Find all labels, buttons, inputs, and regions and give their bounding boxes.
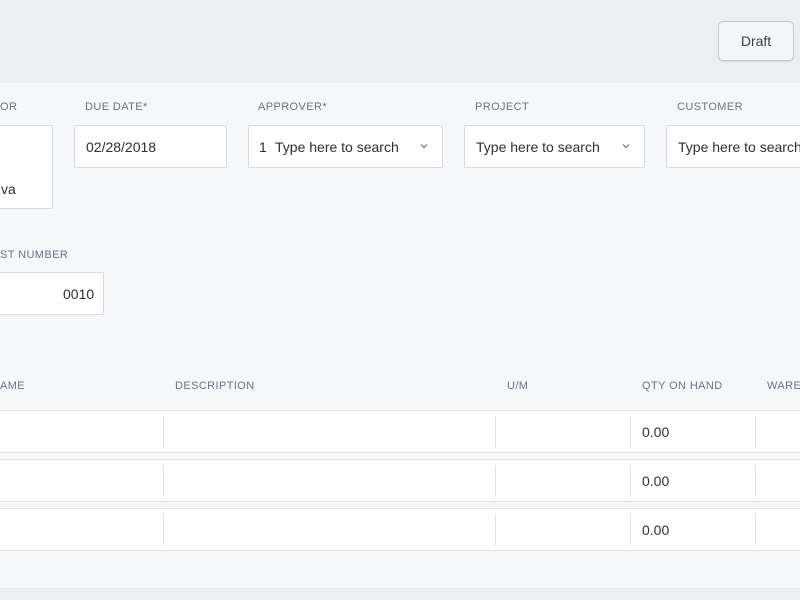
vendor-value: va	[1, 181, 16, 197]
column-header-warehouse: WARE	[767, 380, 800, 392]
request-number-label: ST NUMBER	[0, 249, 69, 261]
status-draft-button[interactable]: Draft	[718, 21, 794, 61]
chevron-down-icon[interactable]	[622, 142, 630, 150]
cell-divider	[755, 514, 756, 546]
project-search-placeholder[interactable]: Type here to search	[476, 139, 610, 155]
approver-label: APPROVER*	[258, 101, 328, 113]
approver-select[interactable]: 1 Type here to search	[248, 125, 443, 168]
top-toolbar: Draft	[0, 0, 800, 83]
project-label: PROJECT	[475, 101, 530, 113]
chevron-down-icon[interactable]	[420, 142, 428, 150]
cell-divider	[630, 416, 631, 448]
customer-search-placeholder[interactable]: Type here to search	[678, 139, 800, 155]
request-number-value: 0010	[63, 286, 95, 302]
approver-count: 1	[259, 139, 267, 155]
qty-on-hand-cell: 0.00	[642, 522, 670, 538]
cell-divider	[163, 465, 164, 497]
qty-on-hand-cell: 0.00	[642, 424, 670, 440]
cell-divider	[163, 514, 164, 546]
column-header-um: U/M	[507, 380, 529, 392]
due-date-label: DUE DATE*	[85, 101, 148, 113]
due-date-value: 02/28/2018	[86, 139, 157, 155]
column-header-name: AME	[0, 380, 26, 392]
vendor-label: OR	[0, 101, 18, 113]
customer-select[interactable]: Type here to search	[666, 125, 800, 168]
approver-search-placeholder[interactable]: Type here to search	[275, 139, 407, 155]
cell-divider	[495, 465, 496, 497]
cell-divider	[630, 465, 631, 497]
footer-edge	[0, 588, 800, 600]
cell-divider	[495, 514, 496, 546]
cell-divider	[755, 416, 756, 448]
customer-label: CUSTOMER	[677, 101, 743, 113]
cell-divider	[163, 416, 164, 448]
project-select[interactable]: Type here to search	[464, 125, 645, 168]
table-row[interactable]: 0.00	[0, 459, 800, 502]
table-row[interactable]: 0.00	[0, 508, 800, 551]
cell-divider	[495, 416, 496, 448]
cell-divider	[630, 514, 631, 546]
vendor-field[interactable]: va	[0, 125, 53, 209]
request-number-input[interactable]: 0010	[0, 272, 104, 315]
column-header-qty-on-hand: QTY ON HAND	[642, 380, 723, 392]
cell-divider	[755, 465, 756, 497]
table-row[interactable]: 0.00	[0, 410, 800, 453]
due-date-input[interactable]: 02/28/2018	[74, 125, 227, 168]
column-header-description: DESCRIPTION	[175, 380, 255, 392]
qty-on-hand-cell: 0.00	[642, 473, 670, 489]
